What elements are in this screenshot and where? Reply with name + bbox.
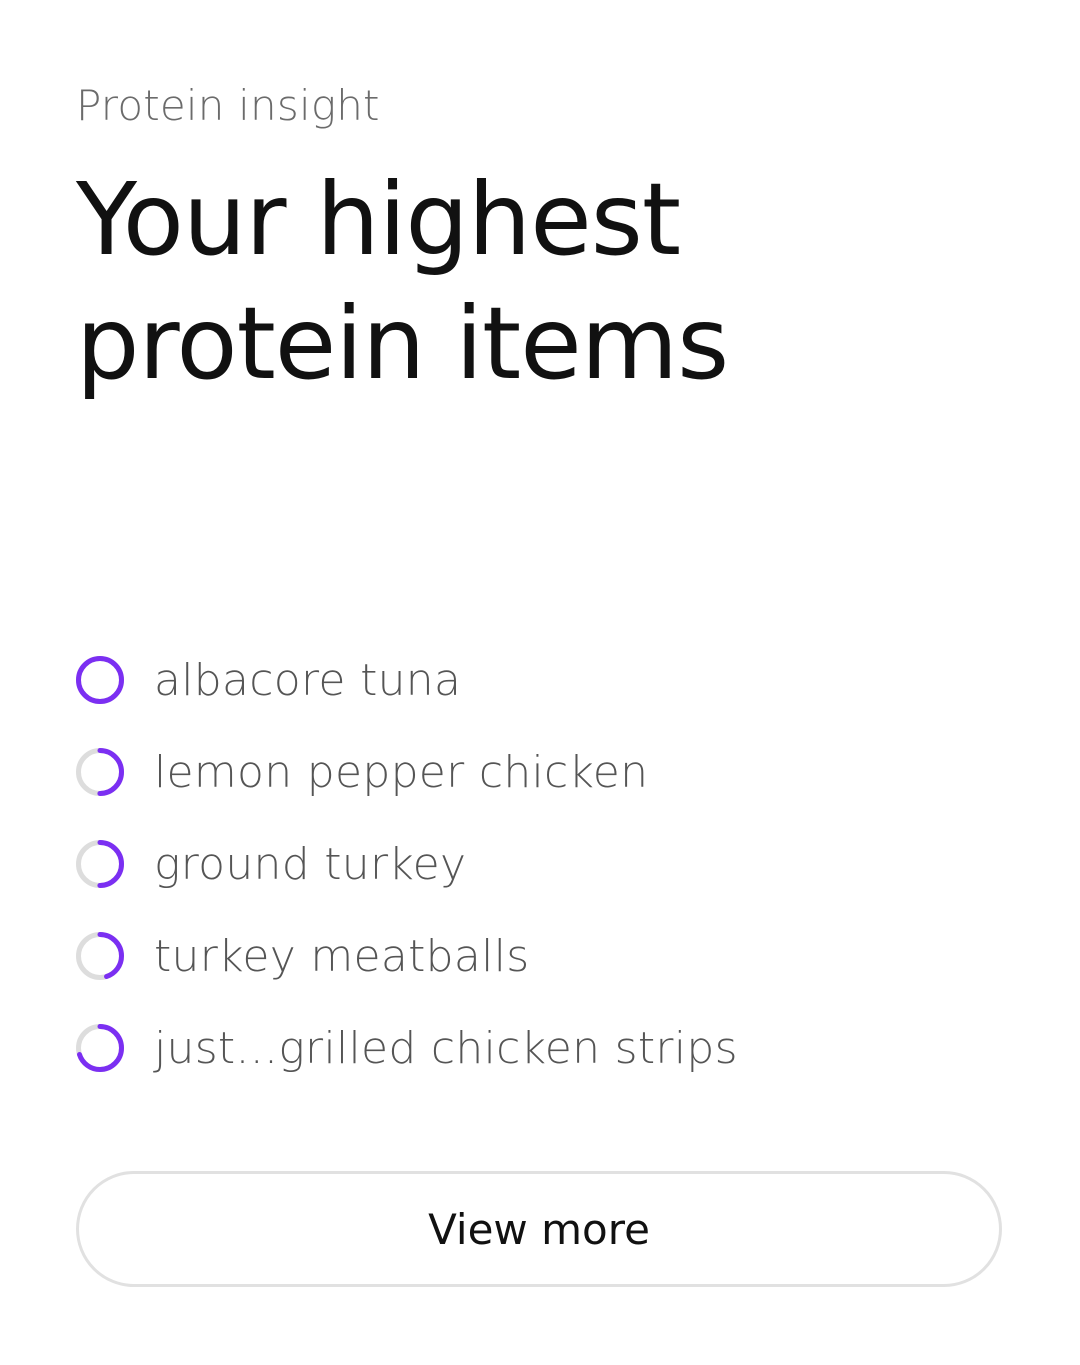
card-eyebrow: Protein insight: [76, 81, 380, 130]
list-item[interactable]: ground turkey: [74, 818, 738, 910]
progress-ring-icon: [76, 748, 124, 796]
ring-progress-arc: [76, 656, 124, 704]
item-label: ground turkey: [154, 838, 467, 890]
progress-ring-icon: [76, 932, 124, 980]
card-title-line-2: protein items: [76, 285, 729, 402]
progress-ring-icon: [76, 656, 124, 704]
item-label: turkey meatballs: [154, 930, 530, 982]
list-item[interactable]: turkey meatballs: [74, 910, 738, 1002]
item-label: albacore tuna: [154, 654, 462, 706]
item-label: lemon pepper chicken: [154, 746, 649, 798]
list-item[interactable]: just...grilled chicken strips: [74, 1002, 738, 1094]
progress-ring-icon: [76, 1024, 124, 1072]
protein-insight-card: Protein insight Your highest protein ite…: [0, 0, 1080, 1365]
progress-ring-icon: [76, 840, 124, 888]
item-label: just...grilled chicken strips: [154, 1022, 738, 1074]
card-title-line-1: Your highest: [76, 161, 681, 278]
view-more-button[interactable]: View more: [76, 1171, 1002, 1287]
card-title: Your highest protein items: [76, 158, 976, 406]
list-item[interactable]: albacore tuna: [74, 634, 738, 726]
protein-items-list: albacore tuna lemon pepper chicken groun…: [74, 634, 738, 1094]
list-item[interactable]: lemon pepper chicken: [74, 726, 738, 818]
